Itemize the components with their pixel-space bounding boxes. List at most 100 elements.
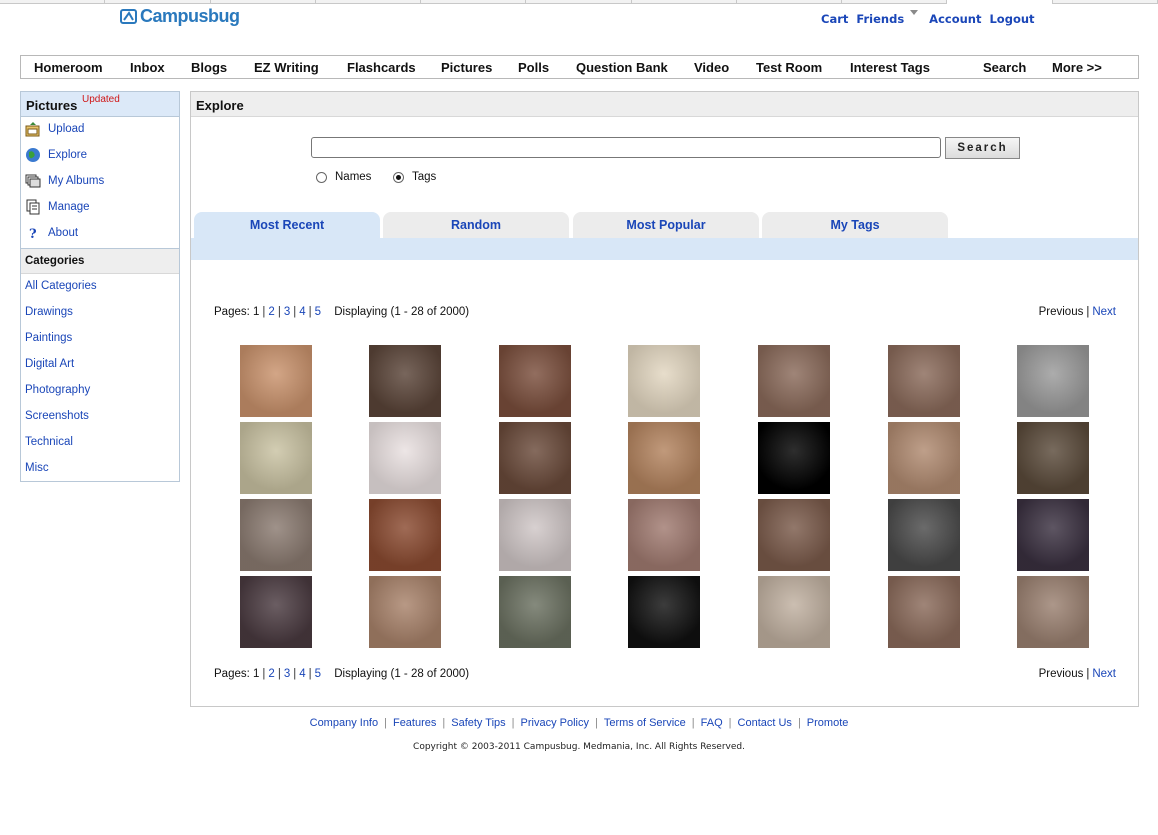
- tab-my-tags[interactable]: My Tags: [762, 212, 948, 239]
- footer-company-info[interactable]: Company Info: [310, 717, 378, 729]
- tab-most-popular[interactable]: Most Popular: [573, 212, 759, 239]
- picture-thumbnail[interactable]: [758, 576, 830, 648]
- picture-thumbnail[interactable]: [1017, 576, 1089, 648]
- page-link[interactable]: 4: [299, 668, 305, 680]
- picture-thumbnail[interactable]: [499, 576, 571, 648]
- nav-homeroom[interactable]: Homeroom: [34, 60, 103, 75]
- top-tab[interactable]: [1052, 0, 1158, 4]
- picture-thumbnail[interactable]: [369, 576, 441, 648]
- category-misc[interactable]: Misc: [25, 462, 49, 474]
- picture-thumbnail[interactable]: [758, 499, 830, 571]
- page-link[interactable]: 2: [268, 306, 274, 318]
- category-all[interactable]: All Categories: [25, 280, 97, 292]
- next-link[interactable]: Next: [1092, 668, 1116, 680]
- picture-thumbnail[interactable]: [499, 499, 571, 571]
- nav-pictures[interactable]: Pictures: [441, 60, 492, 75]
- cart-link[interactable]: Cart: [821, 12, 848, 26]
- category-screenshots[interactable]: Screenshots: [25, 410, 89, 422]
- top-tab[interactable]: [210, 0, 316, 4]
- nav-flashcards[interactable]: Flashcards: [347, 60, 416, 75]
- top-tab[interactable]: [421, 0, 527, 4]
- sidebar-item-my-albums[interactable]: My Albums: [25, 172, 104, 190]
- tab-most-recent[interactable]: Most Recent: [194, 212, 380, 239]
- search-button[interactable]: Search: [945, 137, 1020, 159]
- chevron-down-icon[interactable]: [910, 10, 919, 15]
- nav-ez-writing[interactable]: EZ Writing: [254, 60, 319, 75]
- picture-thumbnail[interactable]: [240, 422, 312, 494]
- top-tab[interactable]: [842, 0, 948, 4]
- footer-faq[interactable]: FAQ: [701, 717, 723, 729]
- top-tab[interactable]: [631, 0, 737, 4]
- nav-test-room[interactable]: Test Room: [756, 60, 822, 75]
- top-tab[interactable]: [526, 0, 632, 4]
- picture-thumbnail[interactable]: [240, 345, 312, 417]
- picture-thumbnail[interactable]: [369, 345, 441, 417]
- page-link[interactable]: 5: [315, 668, 321, 680]
- picture-thumbnail[interactable]: [240, 576, 312, 648]
- picture-thumbnail[interactable]: [758, 345, 830, 417]
- nav-video[interactable]: Video: [694, 60, 729, 75]
- top-tab[interactable]: [736, 0, 843, 4]
- picture-thumbnail[interactable]: [1017, 345, 1089, 417]
- page-link[interactable]: 2: [268, 668, 274, 680]
- nav-more[interactable]: More >>: [1052, 60, 1102, 75]
- nav-interest-tags[interactable]: Interest Tags: [850, 60, 930, 75]
- category-paintings[interactable]: Paintings: [25, 332, 72, 344]
- picture-thumbnail[interactable]: [628, 576, 700, 648]
- logout-link[interactable]: Logout: [989, 12, 1034, 26]
- page-link[interactable]: 3: [284, 668, 290, 680]
- picture-thumbnail[interactable]: [240, 499, 312, 571]
- nav-blogs[interactable]: Blogs: [191, 60, 227, 75]
- picture-thumbnail[interactable]: [628, 422, 700, 494]
- footer-privacy-policy[interactable]: Privacy Policy: [521, 717, 589, 729]
- footer-features[interactable]: Features: [393, 717, 436, 729]
- category-digital-art[interactable]: Digital Art: [25, 358, 74, 370]
- nav-question-bank[interactable]: Question Bank: [576, 60, 668, 75]
- top-tab-active[interactable]: [947, 0, 1053, 4]
- radio-names-label: Names: [335, 171, 372, 183]
- sidebar-item-manage[interactable]: Manage: [25, 198, 90, 216]
- radio-names[interactable]: Names: [316, 171, 371, 183]
- next-link[interactable]: Next: [1092, 306, 1116, 318]
- picture-thumbnail[interactable]: [499, 422, 571, 494]
- footer-terms[interactable]: Terms of Service: [604, 717, 686, 729]
- search-input[interactable]: [311, 137, 941, 158]
- footer-contact-us[interactable]: Contact Us: [738, 717, 792, 729]
- picture-thumbnail[interactable]: [628, 499, 700, 571]
- campusbug-logo[interactable]: Campusbug: [120, 6, 240, 27]
- footer-safety-tips[interactable]: Safety Tips: [451, 717, 505, 729]
- footer-promote[interactable]: Promote: [807, 717, 849, 729]
- picture-thumbnail[interactable]: [369, 499, 441, 571]
- picture-thumbnail[interactable]: [499, 345, 571, 417]
- picture-thumbnail[interactable]: [888, 345, 960, 417]
- radio-tags[interactable]: Tags: [393, 171, 436, 183]
- radio-names-circle[interactable]: [316, 171, 327, 183]
- picture-thumbnail[interactable]: [1017, 499, 1089, 571]
- sidebar-item-upload[interactable]: Upload: [25, 120, 84, 138]
- picture-thumbnail[interactable]: [628, 345, 700, 417]
- category-drawings[interactable]: Drawings: [25, 306, 73, 318]
- picture-thumbnail[interactable]: [369, 422, 441, 494]
- category-technical[interactable]: Technical: [25, 436, 73, 448]
- top-tab[interactable]: [315, 0, 422, 4]
- top-tab[interactable]: [0, 0, 106, 4]
- sidebar-item-about[interactable]: ? About: [25, 224, 78, 242]
- sidebar-item-explore[interactable]: Explore: [25, 146, 87, 164]
- picture-thumbnail[interactable]: [888, 422, 960, 494]
- nav-inbox[interactable]: Inbox: [130, 60, 165, 75]
- page-link[interactable]: 4: [299, 306, 305, 318]
- nav-search[interactable]: Search: [983, 60, 1026, 75]
- account-link[interactable]: Account: [929, 12, 981, 26]
- picture-thumbnail[interactable]: [1017, 422, 1089, 494]
- top-tab[interactable]: [105, 0, 211, 4]
- tab-random[interactable]: Random: [383, 212, 569, 239]
- radio-tags-circle[interactable]: [393, 171, 404, 183]
- category-photography[interactable]: Photography: [25, 384, 90, 396]
- picture-thumbnail[interactable]: [758, 422, 830, 494]
- page-link[interactable]: 5: [315, 306, 321, 318]
- picture-thumbnail[interactable]: [888, 499, 960, 571]
- picture-thumbnail[interactable]: [888, 576, 960, 648]
- friends-link[interactable]: Friends: [856, 12, 904, 26]
- page-link[interactable]: 3: [284, 306, 290, 318]
- nav-polls[interactable]: Polls: [518, 60, 549, 75]
